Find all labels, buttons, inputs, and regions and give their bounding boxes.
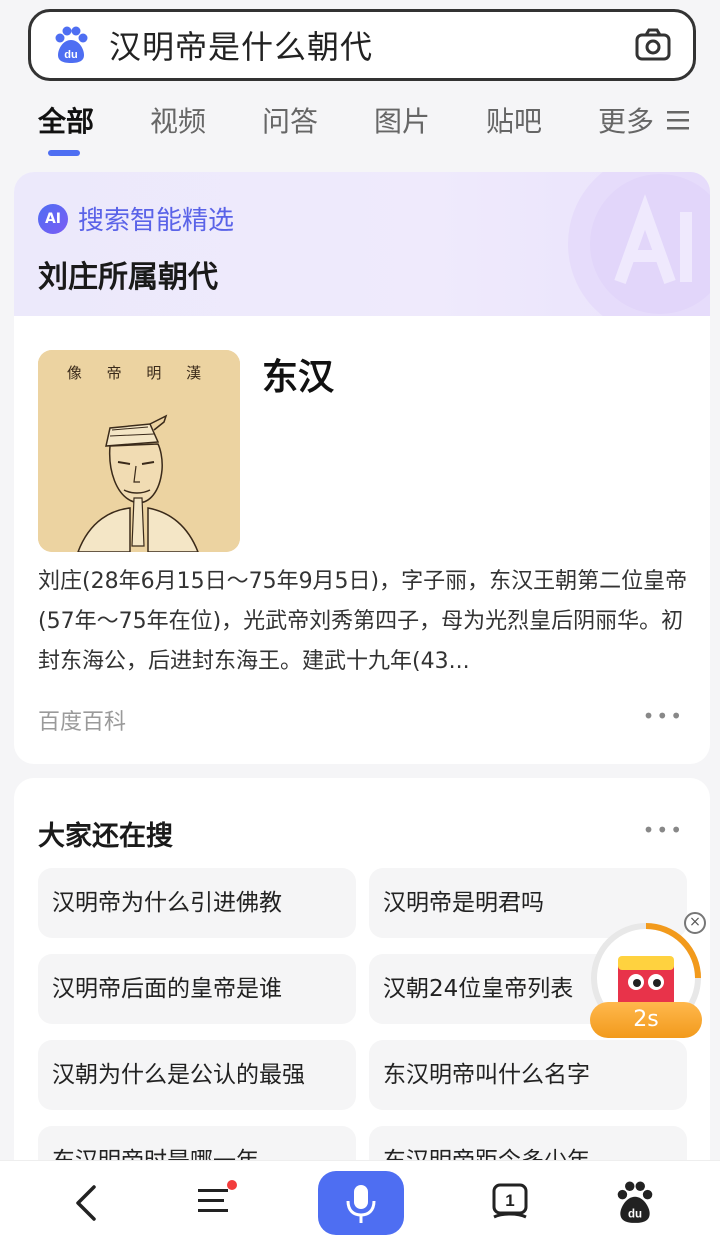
back-icon[interactable] [72, 1183, 100, 1223]
camera-icon[interactable] [633, 25, 673, 65]
notification-dot [227, 1180, 237, 1190]
source-label[interactable]: 百度百科 [38, 704, 126, 736]
svg-text:du: du [64, 49, 77, 61]
notices-icon[interactable]: 1 [490, 1181, 530, 1225]
tab-tieba[interactable]: 贴吧 [486, 100, 542, 140]
tab-images[interactable]: 图片 [374, 100, 430, 140]
related-searches-title: 大家还在搜 [38, 821, 173, 852]
search-input[interactable]: 汉明帝是什么朝代 [109, 22, 633, 68]
emperor-portrait-image[interactable]: 像 帝 明 漢 [38, 350, 240, 552]
reward-widget[interactable]: × 2s [588, 908, 712, 1040]
search-bar[interactable]: du 汉明帝是什么朝代 [28, 9, 696, 81]
portrait-illustration: 像 帝 明 漢 [38, 350, 240, 552]
ai-answer-text: 东汉 [262, 357, 335, 398]
tab-qa[interactable]: 问答 [262, 100, 318, 140]
menu-icon[interactable] [666, 108, 690, 132]
baidu-logo-icon: du [55, 26, 88, 63]
reward-close-icon[interactable]: × [684, 912, 706, 934]
voice-search-button[interactable] [318, 1171, 404, 1235]
baidu-home-icon[interactable]: du [614, 1181, 656, 1225]
more-options-icon[interactable]: ••• [643, 704, 684, 728]
related-search-item[interactable]: 汉明帝为什么引进佛教 [38, 868, 356, 938]
bottom-toolbar: 1 du [0, 1160, 720, 1244]
microphone-icon [346, 1185, 376, 1223]
ai-watermark-icon [568, 172, 710, 316]
svg-text:du: du [628, 1209, 642, 1221]
ai-feature-label: 搜索智能精选 [78, 206, 235, 236]
ai-card-header: AI 搜索智能精选 刘庄所属朝代 [14, 172, 710, 316]
tab-more[interactable]: 更多 [598, 100, 654, 140]
ai-answer-card[interactable]: AI 搜索智能精选 刘庄所属朝代 像 帝 明 漢 东汉 刘庄(28年6月15日～… [14, 172, 710, 764]
tab-all[interactable]: 全部 [38, 100, 94, 140]
ai-description: 刘庄(28年6月15日～75年9月5日)，字子丽，东汉王朝第二位皇帝(57年～7… [38, 569, 688, 674]
related-search-item[interactable]: 汉朝为什么是公认的最强 [38, 1040, 356, 1110]
related-search-item[interactable]: 汉明帝后面的皇帝是谁 [38, 954, 356, 1024]
portrait-caption: 像 帝 明 漢 [67, 364, 211, 382]
menu-list-icon[interactable] [194, 1179, 242, 1223]
search-tabs: 全部 视频 问答 图片 贴吧 更多 [0, 96, 720, 158]
reward-timer: 2s [590, 1002, 702, 1038]
related-more-options-icon[interactable]: ••• [643, 818, 684, 842]
related-search-item[interactable]: 东汉明帝叫什么名字 [369, 1040, 687, 1110]
ai-card-title: 刘庄所属朝代 [38, 260, 218, 295]
tab-video[interactable]: 视频 [150, 100, 206, 140]
notices-count: 1 [505, 1191, 514, 1210]
active-tab-indicator [48, 150, 80, 156]
ai-badge-icon: AI [38, 204, 68, 234]
